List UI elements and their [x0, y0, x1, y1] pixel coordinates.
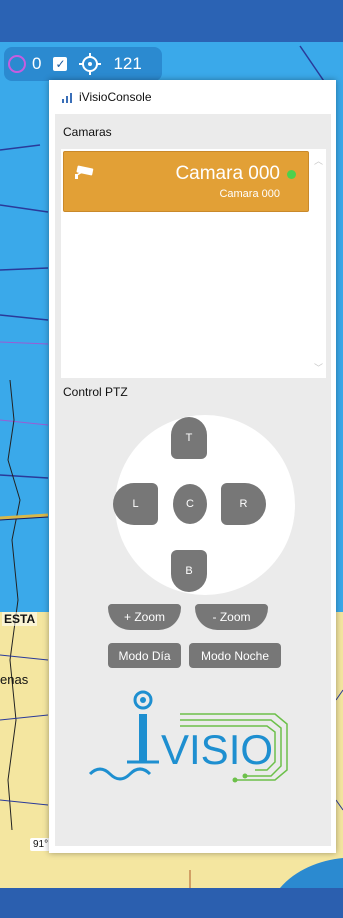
ptz-pan-left-button[interactable]: L: [113, 483, 158, 525]
night-mode-button[interactable]: Modo Noche: [189, 643, 281, 668]
camera-subtitle: Camara 000: [219, 188, 280, 200]
camera-name: Camara 000: [175, 163, 280, 184]
window-title: iVisioConsole: [79, 90, 152, 104]
map-bottom-bar: [0, 888, 343, 918]
day-mode-button[interactable]: Modo Día: [108, 643, 181, 668]
ptz-tilt-down-button[interactable]: B: [171, 550, 207, 592]
console-content: Camaras Camara 000 Camara 000 ︿ ﹀ Contro…: [55, 114, 331, 846]
zoom-out-button[interactable]: - Zoom: [195, 604, 268, 630]
scroll-up-icon[interactable]: ︿: [314, 154, 323, 167]
security-camera-icon: [75, 165, 94, 179]
title-bar[interactable]: iVisioConsole: [49, 80, 336, 114]
map-label-enas: enas: [0, 672, 29, 687]
zoom-in-button[interactable]: + Zoom: [108, 604, 181, 630]
camera-list[interactable]: Camara 000 Camara 000 ︿ ﹀: [61, 149, 326, 378]
logo-text: VISIO: [161, 726, 273, 773]
cameras-label: Camaras: [63, 125, 112, 139]
ivisio-logo: VISIO: [88, 690, 288, 783]
checkbox-icon[interactable]: ✓: [53, 57, 68, 71]
ivisio-console-window: iVisioConsole Camaras Camara 000 Camara …: [49, 80, 336, 853]
ptz-label: Control PTZ: [63, 385, 128, 399]
camera-status-indicator: [287, 170, 296, 179]
ptz-tilt-up-button[interactable]: T: [171, 417, 207, 459]
ptz-center-button[interactable]: C: [173, 484, 207, 524]
scroll-down-icon[interactable]: ﹀: [314, 361, 323, 374]
map-toolbar: 0 ✓ 121: [4, 47, 162, 81]
target-icon[interactable]: [79, 53, 102, 75]
map-label-esta: ESTA: [2, 612, 38, 626]
camera-list-item[interactable]: Camara 000 Camara 000: [63, 151, 309, 212]
ptz-pan-right-button[interactable]: R: [221, 483, 266, 525]
ring-icon[interactable]: [8, 55, 26, 73]
app-icon: [61, 91, 73, 103]
map-label-degree: 91°: [30, 838, 52, 851]
toolbar-count-a: 0: [32, 54, 42, 73]
toolbar-count-b: 121: [113, 54, 142, 73]
